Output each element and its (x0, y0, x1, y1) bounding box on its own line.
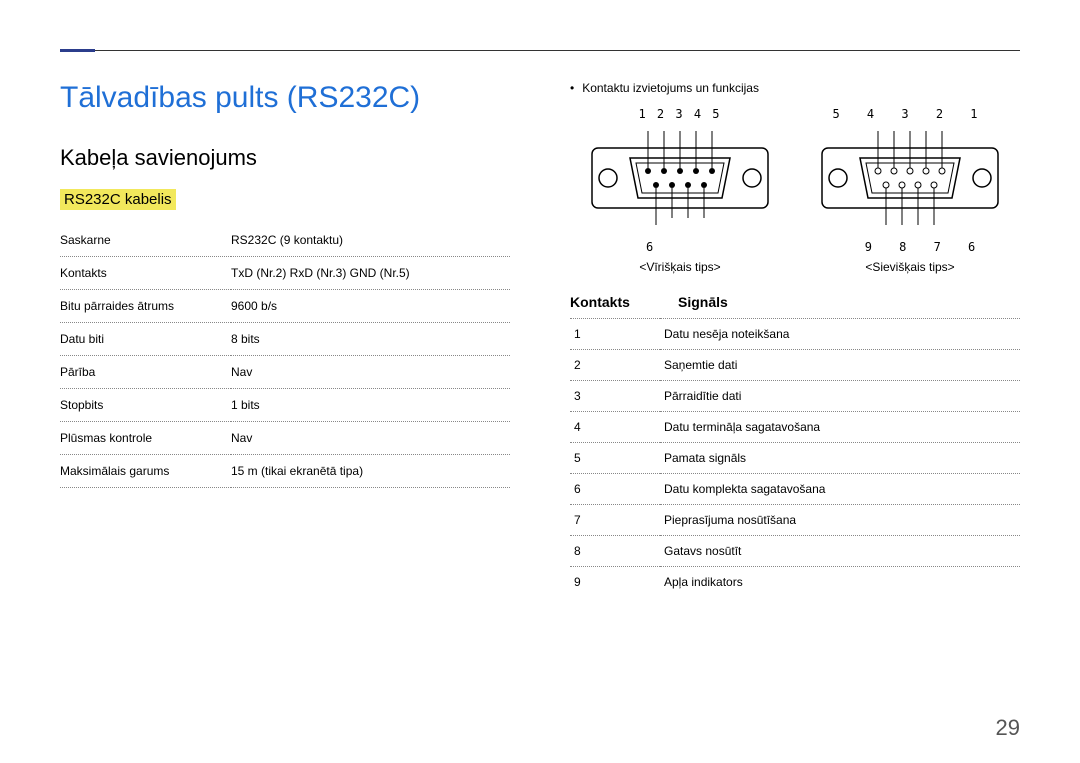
spec-value: RS232C (9 kontaktu) (231, 224, 510, 257)
pin-signal: Pārraidītie dati (660, 381, 1020, 412)
male-caption: <Vīrišķais tips> (590, 260, 770, 274)
pin-signal: Saņemtie dati (660, 350, 1020, 381)
pin-signal: Datu termināļa sagatavošana (660, 412, 1020, 443)
connector-female: 5 4 3 2 1 (820, 107, 1000, 274)
male-bottom-pins: 6 (590, 240, 770, 254)
pin-number: 3 (570, 381, 660, 412)
connectors-row: 1 2 3 4 5 (570, 107, 1020, 274)
pin-number: 9 (570, 567, 660, 598)
pin-signal: Gatavs nosūtīt (660, 536, 1020, 567)
pin-signal: Pieprasījuma nosūtīšana (660, 505, 1020, 536)
pin-number: 4 (570, 412, 660, 443)
pin-row: 1Datu nesēja noteikšana (570, 319, 1020, 350)
page-title: Tālvadības pults (RS232C) (60, 81, 510, 115)
pin-number: 8 (570, 536, 660, 567)
spec-label: Saskarne (60, 224, 231, 257)
pin-number: 1 (570, 319, 660, 350)
spec-label: Bitu pārraides ātrums (60, 290, 231, 323)
spec-row: Maksimālais garums15 m (tikai ekranētā t… (60, 455, 510, 488)
spec-row: KontaktsTxD (Nr.2) RxD (Nr.3) GND (Nr.5) (60, 257, 510, 290)
page-top-rule (60, 50, 1020, 51)
pin-row: 5Pamata signāls (570, 443, 1020, 474)
female-caption: <Sievišķais tips> (820, 260, 1000, 274)
pin-table-header: Kontakts Signāls (570, 294, 1020, 310)
spec-value: 1 bits (231, 389, 510, 422)
pin-row: 2Saņemtie dati (570, 350, 1020, 381)
left-column: Tālvadības pults (RS232C) Kabeļa savieno… (60, 81, 510, 597)
pin-number: 5 (570, 443, 660, 474)
spec-value: TxD (Nr.2) RxD (Nr.3) GND (Nr.5) (231, 257, 510, 290)
right-column: Kontaktu izvietojums un funkcijas 1 2 3 … (570, 81, 1020, 597)
pin-signal: Datu nesēja noteikšana (660, 319, 1020, 350)
spec-label: Kontakts (60, 257, 231, 290)
spec-value: Nav (231, 356, 510, 389)
pin-signal: Datu komplekta sagatavošana (660, 474, 1020, 505)
right-heading: Kontaktu izvietojums un funkcijas (570, 81, 1020, 95)
page-top-accent (60, 49, 95, 52)
spec-row: PārībaNav (60, 356, 510, 389)
spec-value: 9600 b/s (231, 290, 510, 323)
spec-label: Plūsmas kontrole (60, 422, 231, 455)
page-number: 29 (996, 715, 1020, 741)
spec-value: Nav (231, 422, 510, 455)
pin-header-col1: Kontakts (570, 294, 630, 310)
pin-row: 7Pieprasījuma nosūtīšana (570, 505, 1020, 536)
pin-number: 6 (570, 474, 660, 505)
female-bottom-pins: 9 8 7 6 (820, 240, 1000, 254)
male-top-pins: 1 2 3 4 5 (590, 107, 770, 121)
spec-row: Datu biti8 bits (60, 323, 510, 356)
pin-signal: Apļa indikators (660, 567, 1020, 598)
spec-label: Pārība (60, 356, 231, 389)
pin-header-col2: Signāls (678, 294, 728, 310)
spec-row: Plūsmas kontroleNav (60, 422, 510, 455)
section-title: Kabeļa savienojums (60, 145, 510, 171)
spec-row: Stopbits1 bits (60, 389, 510, 422)
spec-label: Maksimālais garums (60, 455, 231, 488)
pin-row: 4Datu termināļa sagatavošana (570, 412, 1020, 443)
spec-row: SaskarneRS232C (9 kontaktu) (60, 224, 510, 257)
pin-number: 2 (570, 350, 660, 381)
female-top-pins: 5 4 3 2 1 (820, 107, 1000, 121)
pin-row: 3Pārraidītie dati (570, 381, 1020, 412)
spec-label: Datu biti (60, 323, 231, 356)
spec-table: SaskarneRS232C (9 kontaktu)KontaktsTxD (… (60, 224, 510, 488)
pin-row: 9Apļa indikators (570, 567, 1020, 598)
spec-value: 8 bits (231, 323, 510, 356)
connector-male: 1 2 3 4 5 (590, 107, 770, 274)
pin-row: 6Datu komplekta sagatavošana (570, 474, 1020, 505)
db9-female-icon (820, 123, 1000, 233)
pin-table: 1Datu nesēja noteikšana2Saņemtie dati3Pā… (570, 318, 1020, 597)
pin-row: 8Gatavs nosūtīt (570, 536, 1020, 567)
spec-row: Bitu pārraides ātrums9600 b/s (60, 290, 510, 323)
db9-male-icon (590, 123, 770, 233)
sub-title: RS232C kabelis (60, 189, 176, 210)
pin-number: 7 (570, 505, 660, 536)
pin-signal: Pamata signāls (660, 443, 1020, 474)
spec-value: 15 m (tikai ekranētā tipa) (231, 455, 510, 488)
spec-label: Stopbits (60, 389, 231, 422)
